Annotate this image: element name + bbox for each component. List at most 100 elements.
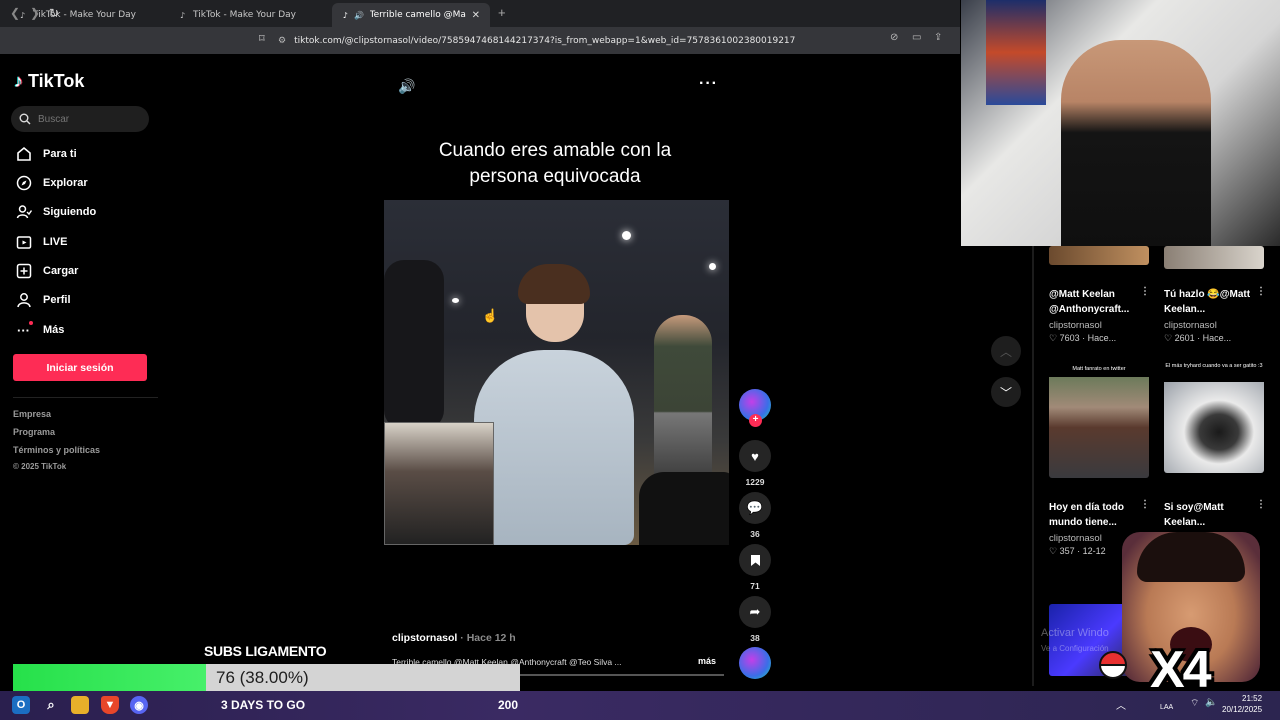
site-info-icon[interactable]: ⚙ [278,36,286,46]
post-time: · Hace 12 h [460,632,516,644]
nav-item-live[interactable]: LIVE [15,232,67,252]
author-name[interactable]: clipstornasol [392,632,457,644]
profile-icon [15,292,32,309]
related-thumbnail[interactable] [1164,246,1264,269]
related-thumbnail[interactable] [1049,246,1149,265]
watermark-subline: Ve a Configuración [1041,644,1109,653]
tiktok-logo[interactable]: ♪ TikTok [14,71,84,92]
cast-icon[interactable]: ▭ [912,32,921,43]
save-action[interactable]: 71 [739,544,771,591]
heart-outline-icon: ♡ [1164,333,1173,343]
tray-clock[interactable]: 21:52 20/12/2025 [1222,693,1262,715]
related-title[interactable]: @Matt Keelan @Anthonycraft... [1049,287,1149,317]
footer-link-empresa[interactable]: Empresa [13,409,51,419]
subs-goal-count: 76 (38.00%) [216,668,309,687]
share-arrow-icon[interactable]: ➦ [739,596,771,628]
video-author[interactable]: clipstornasol · Hace 12 h [392,632,516,644]
subs-goal-target: 200 [498,698,519,712]
browser-tab-active[interactable]: ♪ 🔊 Terrible camello @Matt Keela ✕ [332,3,490,27]
thumbnail-image [1164,382,1264,473]
next-video-chevron-down-icon[interactable]: ﹀ [991,377,1021,407]
music-disc-avatar[interactable] [739,647,771,679]
related-thumbnail[interactable]: El más tryhard cuando va a ser gatito :3 [1164,360,1264,473]
sofa [639,472,729,545]
share-action[interactable]: ➦ 38 [739,596,771,643]
related-author[interactable]: clipstornasol [1049,533,1102,544]
search-icon[interactable]: ⌕ [42,696,60,714]
file-explorer-icon[interactable] [71,696,89,714]
reload-icon[interactable]: ↻ [49,6,59,20]
nav-item-mas[interactable]: ··· Más [15,320,64,340]
footer-link-terminos[interactable]: Términos y políticas [13,445,100,455]
nav-item-cargar[interactable]: Cargar [15,261,78,281]
bookmark-icon[interactable]: ⌑ [259,32,265,45]
footer-link-programa[interactable]: Programa [13,427,55,437]
follow-plus-icon[interactable]: + [749,414,762,427]
outlook-icon[interactable]: O [12,696,30,714]
heart-outline-icon: ♡ [1049,546,1058,556]
address-bar[interactable]: ⚙ tiktok.com/@clipstornasol/video/758594… [278,31,868,50]
previous-video-chevron-up-icon[interactable]: ︿ [991,336,1021,366]
related-author[interactable]: clipstornasol [1164,320,1217,331]
nav-item-explorar[interactable]: Explorar [15,173,88,193]
related-thumbnail[interactable]: Matt fanrato en twitter [1049,363,1149,478]
bookmark-icon[interactable] [739,544,771,576]
keyboard-language[interactable]: LAA [1160,704,1173,711]
pokeball-icon [1099,651,1127,679]
related-title[interactable]: Tú hazlo 😂@Matt Keelan... [1164,287,1264,317]
see-more-link[interactable]: más [698,656,716,666]
share-count: 38 [750,633,760,643]
video-player[interactable] [384,200,729,545]
related-more-icon[interactable]: ⋮ [1140,499,1150,510]
clock-time: 21:52 [1242,694,1263,703]
browser-tab[interactable]: ♪ TikTok - Make Your Day [168,3,330,27]
streamer-webcam [961,0,1280,246]
related-title[interactable]: Si soy@Matt Keelan... [1164,500,1264,530]
heart-icon[interactable]: ♥ [739,440,771,472]
comment-count: 36 [750,529,760,539]
nav-item-label: Explorar [43,177,88,189]
login-button[interactable]: Iniciar sesión [13,354,147,381]
related-stats: ♡ 7603 · Hace... [1049,333,1116,344]
related-likes: 7603 [1059,333,1080,343]
tiktok-favicon-icon: ♪ [342,10,348,20]
comment-action[interactable]: 💬 36 [739,492,771,539]
nav-item-perfil[interactable]: Perfil [15,290,71,310]
related-title[interactable]: Hoy en día todo mundo tiene... [1049,500,1149,530]
ceiling-light [709,263,716,270]
search-input[interactable] [38,113,138,125]
windows-taskbar [0,691,1280,720]
nav-item-label: Cargar [43,265,79,277]
volume-icon[interactable]: 🔊 [398,78,415,95]
wifi-icon[interactable]: ⌔ [1190,697,1199,710]
related-more-icon[interactable]: ⋮ [1256,286,1266,297]
discord-icon[interactable]: ◉ [130,696,148,714]
related-likes: 357 [1059,546,1075,556]
reader-off-icon[interactable]: ⊘ [890,32,898,43]
subs-goal-fill [13,664,206,694]
related-more-icon[interactable]: ⋮ [1140,286,1150,297]
related-more-icon[interactable]: ⋮ [1256,499,1266,510]
brave-browser-icon[interactable]: ▼ [101,696,119,714]
forward-icon[interactable]: ❯ [30,6,40,20]
share-page-icon[interactable]: ⇪ [934,32,942,43]
background-person [654,315,712,490]
close-tab-icon[interactable]: ✕ [472,10,480,21]
url-text[interactable]: tiktok.com/@clipstornasol/video/75859474… [294,36,795,46]
related-likes: 2601 [1174,333,1195,343]
video-more-options-icon[interactable]: ··· [699,75,718,93]
nav-item-label: Más [43,324,65,336]
back-icon[interactable]: ❮ [10,6,20,20]
tray-chevron-up-icon[interactable]: ︿ [1116,697,1126,712]
new-tab-icon[interactable]: + [498,5,506,20]
like-action[interactable]: ♥ 1229 [739,440,771,487]
volume-tray-icon[interactable]: 🔈 [1205,697,1217,708]
search-box[interactable] [11,106,149,132]
related-time: Hace... [1202,333,1232,343]
like-count: 1229 [745,477,765,487]
nav-item-para-ti[interactable]: Para ti [15,144,77,164]
nav-item-label: LIVE [43,236,68,248]
nav-item-siguiendo[interactable]: Siguiendo [15,202,96,222]
related-author[interactable]: clipstornasol [1049,320,1102,331]
comment-icon[interactable]: 💬 [739,492,771,524]
